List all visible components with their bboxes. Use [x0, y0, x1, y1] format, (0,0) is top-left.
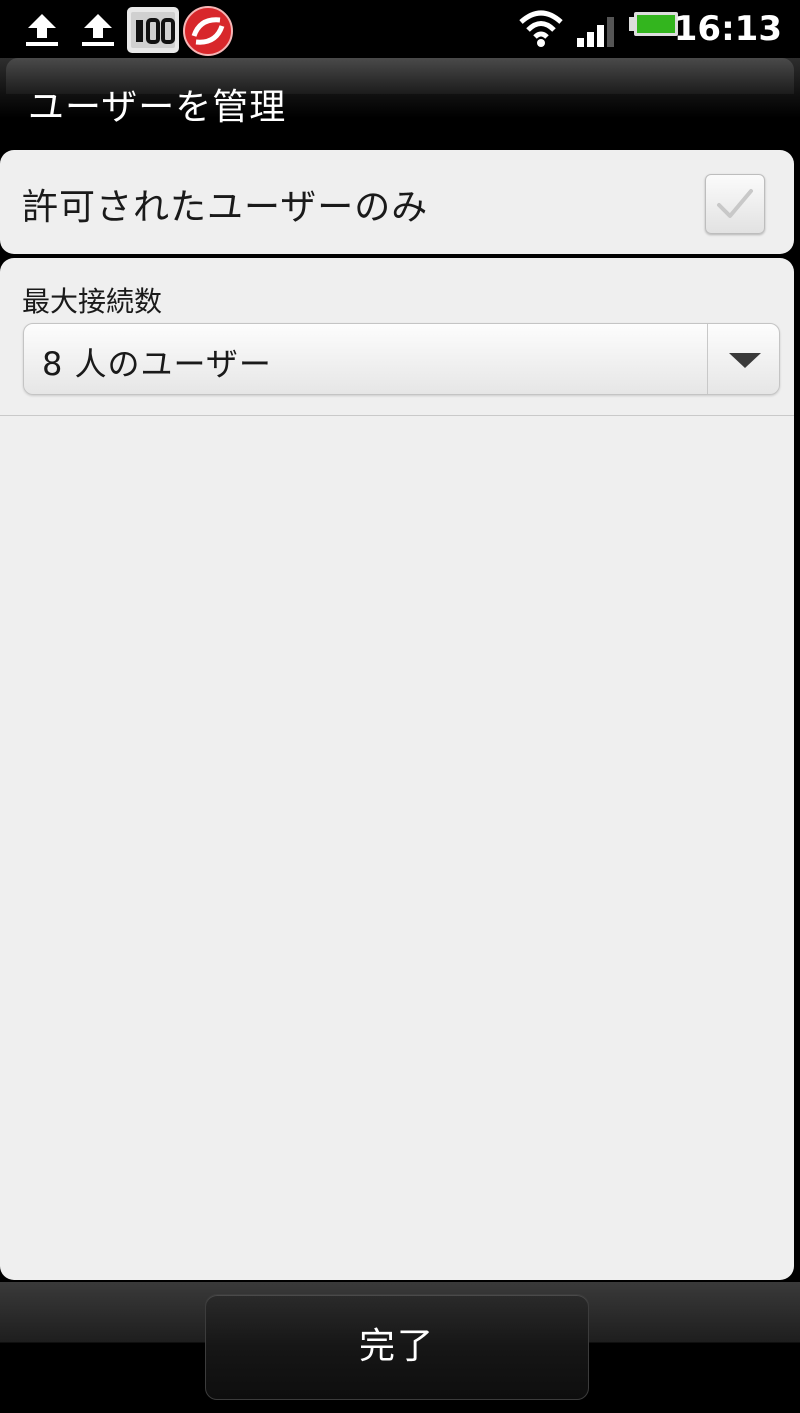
status-bar: 16:13	[0, 0, 800, 58]
divider	[0, 415, 794, 416]
upload-icon	[78, 6, 118, 52]
storage-icon	[126, 6, 180, 53]
battery-icon	[628, 6, 680, 52]
chevron-down-icon	[727, 351, 763, 373]
dropdown-divider	[707, 324, 708, 394]
signal-icon	[574, 6, 620, 52]
allowed-users-row[interactable]: 許可されたユーザーのみ	[0, 150, 794, 254]
allowed-users-label: 許可されたユーザーのみ	[22, 187, 429, 228]
security-app-icon	[182, 6, 234, 56]
page-title: ユーザーを管理	[28, 87, 287, 128]
max-connections-label: 最大接続数	[22, 285, 163, 318]
done-button[interactable]: 完了	[205, 1294, 589, 1400]
check-icon	[717, 189, 753, 218]
title-bar: ユーザーを管理	[0, 58, 800, 150]
clock: 16:13	[673, 9, 782, 49]
max-connections-value: 8 人のユーザー	[42, 345, 272, 383]
bottom-bar: 完了	[0, 1282, 800, 1413]
upload-icon	[22, 6, 62, 52]
wifi-icon	[518, 6, 564, 52]
settings-panel: 最大接続数 8 人のユーザー	[0, 258, 794, 1280]
allowed-users-checkbox[interactable]	[705, 174, 765, 234]
max-connections-dropdown[interactable]: 8 人のユーザー	[23, 323, 780, 395]
